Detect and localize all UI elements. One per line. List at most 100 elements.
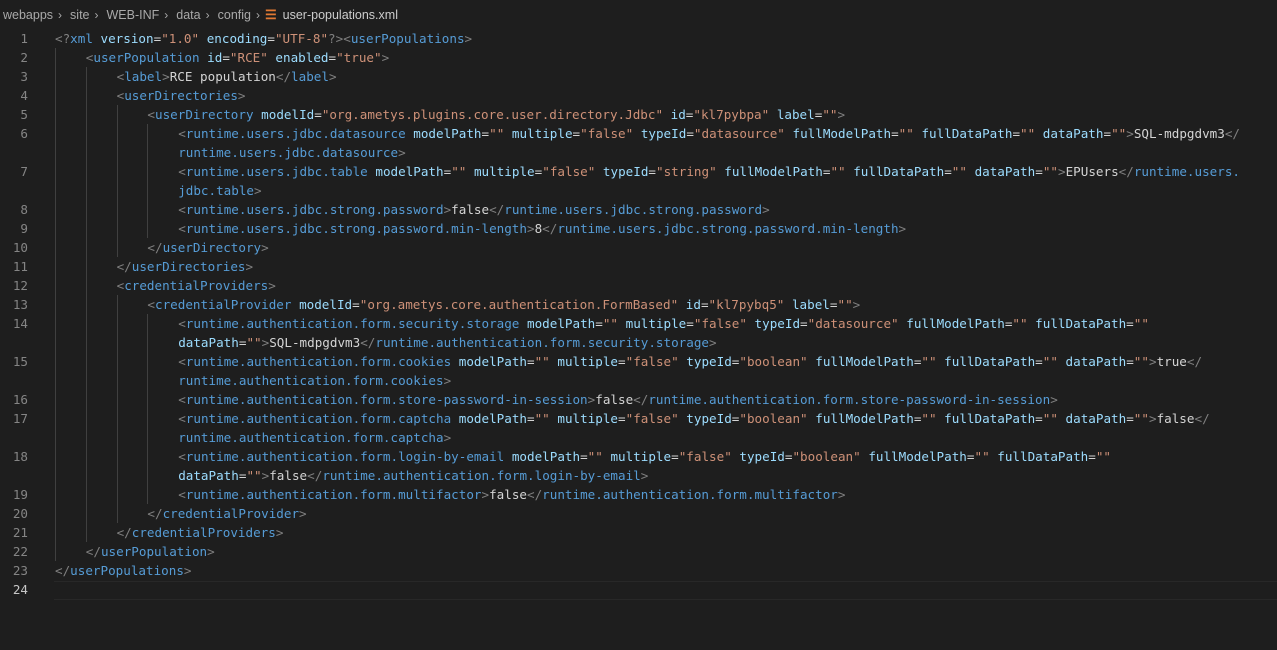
code-line[interactable]: 13 <credentialProvider modelId="org.amety… — [0, 295, 1277, 314]
code-token: userPopulation — [93, 50, 200, 65]
code-token: runtime.users. — [1133, 164, 1240, 179]
code-token: typeId — [739, 449, 785, 464]
code-line[interactable]: 9 <runtime.users.jdbc.strong.password.min… — [0, 219, 1277, 238]
code-token: > — [837, 107, 846, 122]
line-number: 5 — [20, 107, 28, 122]
indent-guide — [116, 390, 118, 409]
code-token: runtime.authentication.form.store-passwo… — [648, 392, 1051, 407]
chevron-right-icon: › — [255, 8, 260, 22]
code-line[interactable]: 8 <runtime.users.jdbc.strong.password>fal… — [0, 200, 1277, 219]
code-text: <label>RCE population</label> — [117, 67, 337, 86]
breadcrumb-item-web-inf[interactable]: WEB-INF — [104, 8, 160, 22]
indent-guide — [116, 314, 118, 333]
breadcrumb-item-webapps[interactable]: webapps — [0, 8, 53, 22]
code-line[interactable]: 6 <runtime.users.jdbc.datasource modelPat… — [0, 124, 1277, 143]
code-token: = — [328, 50, 337, 65]
code-text: <runtime.users.jdbc.strong.password>fals… — [178, 200, 769, 219]
code-line[interactable]: 23 </userPopulations> — [0, 561, 1277, 580]
code-token: </ — [542, 221, 558, 236]
code-token: "" — [602, 316, 619, 331]
code-token: = — [572, 126, 581, 141]
indent-guide — [85, 447, 87, 466]
code-token: modelId — [299, 297, 353, 312]
code-text: <runtime.users.jdbc.strong.password.min-… — [178, 219, 906, 238]
code-line[interactable]: 3 <label>RCE population</label> — [0, 67, 1277, 86]
indent-guide — [55, 238, 56, 257]
indent-guide — [85, 276, 87, 295]
code-line[interactable]: 1 <?xml version="1.0" encoding="UTF-8"?><… — [0, 29, 1277, 48]
indent-guide — [55, 542, 56, 561]
code-line[interactable]: 5 <userDirectory modelId="org.ametys.plug… — [0, 105, 1277, 124]
breadcrumb-file[interactable]: user-populations.xml — [283, 8, 398, 22]
chevron-right-icon: › — [205, 8, 210, 22]
code-token: > — [328, 69, 337, 84]
code-token: runtime.authentication.form.multifactor — [185, 487, 482, 502]
code-line[interactable]: 7 <runtime.users.jdbc.table modelPath="" … — [0, 162, 1277, 181]
indent-guide — [116, 162, 118, 181]
indent-guide — [116, 333, 118, 352]
code-line[interactable]: 10 </userDirectory> — [0, 238, 1277, 257]
indent-guide — [55, 428, 56, 447]
code-token: </ — [85, 544, 101, 559]
code-token: > — [837, 487, 846, 502]
code-line[interactable]: 20 </credentialProvider> — [0, 504, 1277, 523]
code-line[interactable]: 12 <credentialProviders> — [0, 276, 1277, 295]
code-line[interactable]: 24 — [0, 580, 1277, 599]
code-token: > — [398, 145, 406, 160]
code-token: < — [178, 221, 186, 236]
code-line[interactable]: 19 <runtime.authentication.form.multifact… — [0, 485, 1277, 504]
code-line[interactable]: 16 <runtime.authentication.form.store-pas… — [0, 390, 1277, 409]
chevron-right-icon: › — [94, 8, 99, 22]
indent-guide — [55, 181, 56, 200]
code-line[interactable]: 2 <userPopulation id="RCE" enabled="true"… — [0, 48, 1277, 67]
indent-guide — [85, 466, 87, 485]
indent-guide — [55, 390, 56, 409]
code-line[interactable]: 22 </userPopulation> — [0, 542, 1277, 561]
code-token: multiple — [511, 126, 573, 141]
indent-guide — [147, 124, 149, 143]
code-token: "" — [822, 107, 838, 122]
code-token: xml — [70, 31, 93, 46]
breadcrumb-item-site[interactable]: site — [67, 8, 89, 22]
code-line[interactable]: 11 </userDirectories> — [0, 257, 1277, 276]
code-line[interactable]: runtime.authentication.form.captcha> — [0, 428, 1277, 447]
code-token: > — [275, 525, 284, 540]
indent-guide — [116, 105, 118, 124]
code-line[interactable]: dataPath="">SQL-mdpgdvm3</runtime.authen… — [0, 333, 1277, 352]
code-token: = — [1035, 411, 1043, 426]
code-token: "org.ametys.plugins.core.user.directory.… — [321, 107, 664, 122]
code-line[interactable]: runtime.authentication.form.cookies> — [0, 371, 1277, 390]
indent-guide — [147, 219, 149, 238]
breadcrumb-item-data[interactable]: data — [173, 8, 200, 22]
indent-guide — [116, 238, 118, 257]
code-token: < — [178, 164, 186, 179]
line-number: 19 — [12, 487, 28, 502]
code-token: > — [268, 278, 276, 293]
indent-guide — [55, 162, 56, 181]
indent-guide — [55, 523, 56, 542]
code-token: > — [261, 240, 269, 255]
code-token: "datasource" — [693, 126, 785, 141]
code-editor[interactable]: 1 <?xml version="1.0" encoding="UTF-8"?><… — [0, 29, 1277, 650]
line-number: 18 — [12, 449, 28, 464]
code-line[interactable]: 21 </credentialProviders> — [0, 523, 1277, 542]
code-line[interactable]: 14 <runtime.authentication.form.security.… — [0, 314, 1277, 333]
code-text: <runtime.authentication.form.security.st… — [178, 314, 1149, 333]
code-line[interactable]: 15 <runtime.authentication.form.cookies m… — [0, 352, 1277, 371]
code-line[interactable]: 17 <runtime.authentication.form.captcha m… — [0, 409, 1277, 428]
code-token: fullModelPath — [906, 316, 1005, 331]
code-line[interactable]: dataPath="">false</runtime.authenticatio… — [0, 466, 1277, 485]
code-line[interactable]: 4 <userDirectories> — [0, 86, 1277, 105]
line-number: 20 — [12, 506, 28, 521]
code-line[interactable]: jdbc.table> — [0, 181, 1277, 200]
code-token: modelPath — [458, 354, 527, 369]
code-token: = — [580, 449, 588, 464]
indent-guide — [116, 428, 118, 447]
code-token: runtime.authentication.form.cookies — [178, 373, 444, 388]
breadcrumb-item-config[interactable]: config — [215, 8, 251, 22]
code-line[interactable]: 18 <runtime.authentication.form.login-by-… — [0, 447, 1277, 466]
code-line[interactable]: runtime.users.jdbc.datasource> — [0, 143, 1277, 162]
